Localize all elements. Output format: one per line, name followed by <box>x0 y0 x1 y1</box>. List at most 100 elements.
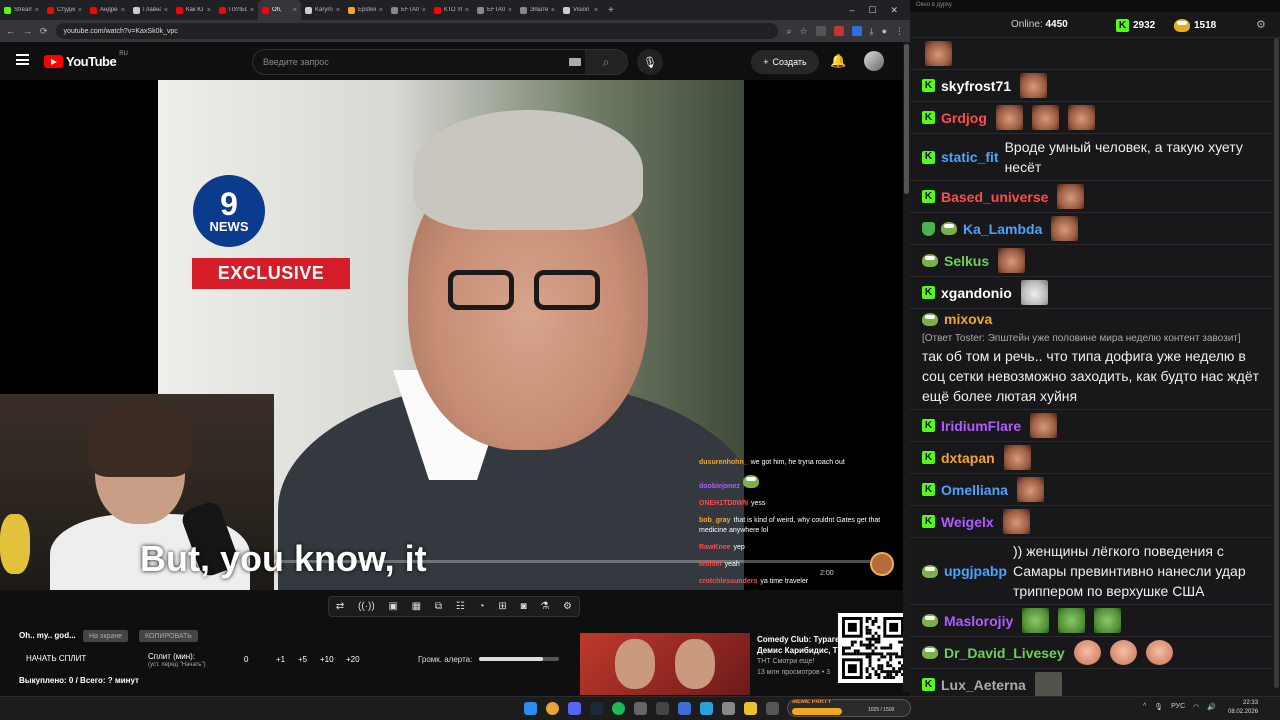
browser-tab[interactable]: EFTA01× <box>473 0 516 20</box>
browser-tab[interactable]: Как Ю × <box>172 0 215 20</box>
speed-icon[interactable]: ◔ <box>479 601 485 612</box>
chat-username[interactable]: Maslorojiy <box>944 611 1013 631</box>
browser-tab[interactable]: Андрей× <box>86 0 129 20</box>
pip-icon[interactable]: ⧉ <box>435 601 442 612</box>
profile-icon[interactable]: ● <box>882 26 887 36</box>
chat-message[interactable]: K Weigelx <box>910 506 1273 538</box>
step-button[interactable]: +1 <box>276 655 285 664</box>
chrome-icon[interactable] <box>546 702 559 715</box>
chat-username[interactable]: Weigelx <box>941 512 994 532</box>
download-icon[interactable]: ⤓ <box>870 26 874 37</box>
telegram-icon[interactable] <box>700 702 713 715</box>
browser-tab[interactable]: Эпште × <box>516 0 559 20</box>
chat-username[interactable]: IridiumFlare <box>941 416 1021 436</box>
youtube-logo[interactable]: YouTube RU <box>44 51 128 69</box>
minimize-icon[interactable]: – <box>849 5 854 16</box>
step-button[interactable]: +10 <box>320 655 334 664</box>
chat-message[interactable]: K Based_universe <box>910 181 1273 213</box>
chat-username[interactable]: skyfrost71 <box>941 76 1011 96</box>
tab-close-icon[interactable]: × <box>121 7 125 14</box>
lab-icon[interactable]: ⚗ <box>540 601 549 612</box>
close-icon[interactable]: ✕ <box>890 5 898 16</box>
extension-icon[interactable] <box>815 26 826 36</box>
recommended-video[interactable]: Comedy Club: Турагент Демис Карибидис, Т… <box>757 634 839 678</box>
chat-username[interactable]: Grdjog <box>941 108 987 128</box>
chat-scrollbar[interactable] <box>1273 38 1280 696</box>
chat-message[interactable]: upgjpabp)) женщины лёгкого поведения с С… <box>910 538 1273 605</box>
loop-icon[interactable]: ⇄ <box>336 601 344 612</box>
tab-close-icon[interactable]: × <box>422 7 426 14</box>
back-icon[interactable]: ← <box>6 26 15 36</box>
chat-username[interactable]: Lux_Aeterna <box>941 675 1026 695</box>
on-screen-button[interactable]: На экране <box>83 630 129 642</box>
browser-tab[interactable]: Главна × <box>129 0 172 20</box>
file-explorer-icon[interactable] <box>744 702 757 715</box>
browser-tab[interactable]: Karyrn × <box>301 0 344 20</box>
chat-username[interactable]: static_fit <box>941 147 999 167</box>
tab-close-icon[interactable]: × <box>465 7 469 14</box>
browser-tab[interactable]: Stream × <box>0 0 43 20</box>
start-menu-icon[interactable] <box>524 702 537 715</box>
chat-message[interactable]: Kdxtapan <box>910 442 1273 474</box>
keyboard-icon[interactable] <box>569 58 581 66</box>
steam-icon[interactable] <box>590 702 603 715</box>
chat-username[interactable]: Dr_David_Livesey <box>944 643 1065 663</box>
chat-message[interactable]: K Lux_Aeterna <box>910 669 1273 696</box>
audio-icon[interactable]: ((·)) <box>358 601 375 612</box>
extension-icon[interactable] <box>851 26 862 36</box>
chat-settings-gear-icon[interactable]: ⚙ <box>1256 18 1266 31</box>
discord-icon[interactable] <box>568 702 581 715</box>
camera-icon[interactable]: ◙ <box>521 601 527 612</box>
step-button[interactable]: +5 <box>298 655 307 664</box>
tab-close-icon[interactable]: × <box>336 7 340 14</box>
chat-message[interactable] <box>910 38 1273 70</box>
search-button[interactable]: ⌕ <box>585 50 627 74</box>
chat-username[interactable]: upgjpabp <box>944 561 1007 581</box>
volume-icon[interactable]: 🔊 <box>1207 703 1216 711</box>
subtitles-icon[interactable]: ☷ <box>456 601 465 612</box>
tab-close-icon[interactable]: × <box>250 7 254 14</box>
chat-username[interactable]: xgandonio <box>941 283 1012 303</box>
meme-party-widget[interactable]: MEME PARTY 1025 / 1500 <box>787 699 911 717</box>
chat-message[interactable]: mixova [Ответ Toster: Эпштейн уже половин… <box>910 309 1273 410</box>
maximize-icon[interactable]: ☐ <box>868 5 876 16</box>
tab-close-icon[interactable]: × <box>379 7 383 14</box>
app-icon[interactable] <box>656 702 669 715</box>
chat-message[interactable]: Kskyfrost71 <box>910 70 1273 102</box>
notifications-bell-icon[interactable]: 🔔 <box>830 53 846 69</box>
app-icon[interactable] <box>766 702 779 715</box>
zoom-icon[interactable]: ⌕ <box>786 26 791 37</box>
reload-icon[interactable]: ⟳ <box>40 26 48 37</box>
chat-username[interactable]: dxtapan <box>941 448 995 468</box>
chat-message[interactable]: Kxgandonio <box>910 277 1273 309</box>
url-field[interactable]: youtube.com/watch?v=KaxSk0k_vpc <box>55 23 779 39</box>
create-button[interactable]: + Создать <box>751 50 819 74</box>
alert-volume-slider[interactable] <box>479 657 559 661</box>
app-icon[interactable] <box>678 702 691 715</box>
add-icon[interactable]: ⊞ <box>498 601 506 612</box>
chat-message[interactable]: Kstatic_fit Вроде умный человек, а такую … <box>910 134 1273 181</box>
tab-close-icon[interactable]: × <box>293 7 297 14</box>
chat-message[interactable]: K Grdjog <box>910 102 1273 134</box>
step-button[interactable]: +20 <box>346 655 360 664</box>
forward-icon[interactable]: → <box>23 26 32 36</box>
browser-tab[interactable]: Epstein× <box>344 0 387 20</box>
lang-indicator[interactable]: РУС <box>1171 703 1185 711</box>
tab-close-icon[interactable]: × <box>207 7 211 14</box>
hamburger-menu-icon[interactable] <box>16 54 29 65</box>
recommended-thumbnail[interactable] <box>580 633 750 695</box>
tab-close-icon[interactable]: × <box>594 7 598 14</box>
chat-message[interactable]: Maslorojiy <box>910 605 1273 637</box>
menu-icon[interactable]: ⋮ <box>895 26 904 37</box>
wifi-icon[interactable]: ◠ <box>1193 703 1199 711</box>
extension-icon[interactable] <box>833 26 844 36</box>
browser-tab[interactable]: EFTA01× <box>387 0 430 20</box>
spotify-icon[interactable] <box>612 702 625 715</box>
mic-tray-icon[interactable]: 🎙 <box>1154 703 1163 711</box>
chat-message[interactable]: K IridiumFlare <box>910 410 1273 442</box>
tab-close-icon[interactable]: × <box>164 7 168 14</box>
browser-tab[interactable]: КТО УЕ× <box>430 0 473 20</box>
chat-username[interactable]: Based_universe <box>941 187 1048 207</box>
browser-tab[interactable]: Oh, × <box>258 0 301 20</box>
tab-close-icon[interactable]: × <box>78 7 82 14</box>
